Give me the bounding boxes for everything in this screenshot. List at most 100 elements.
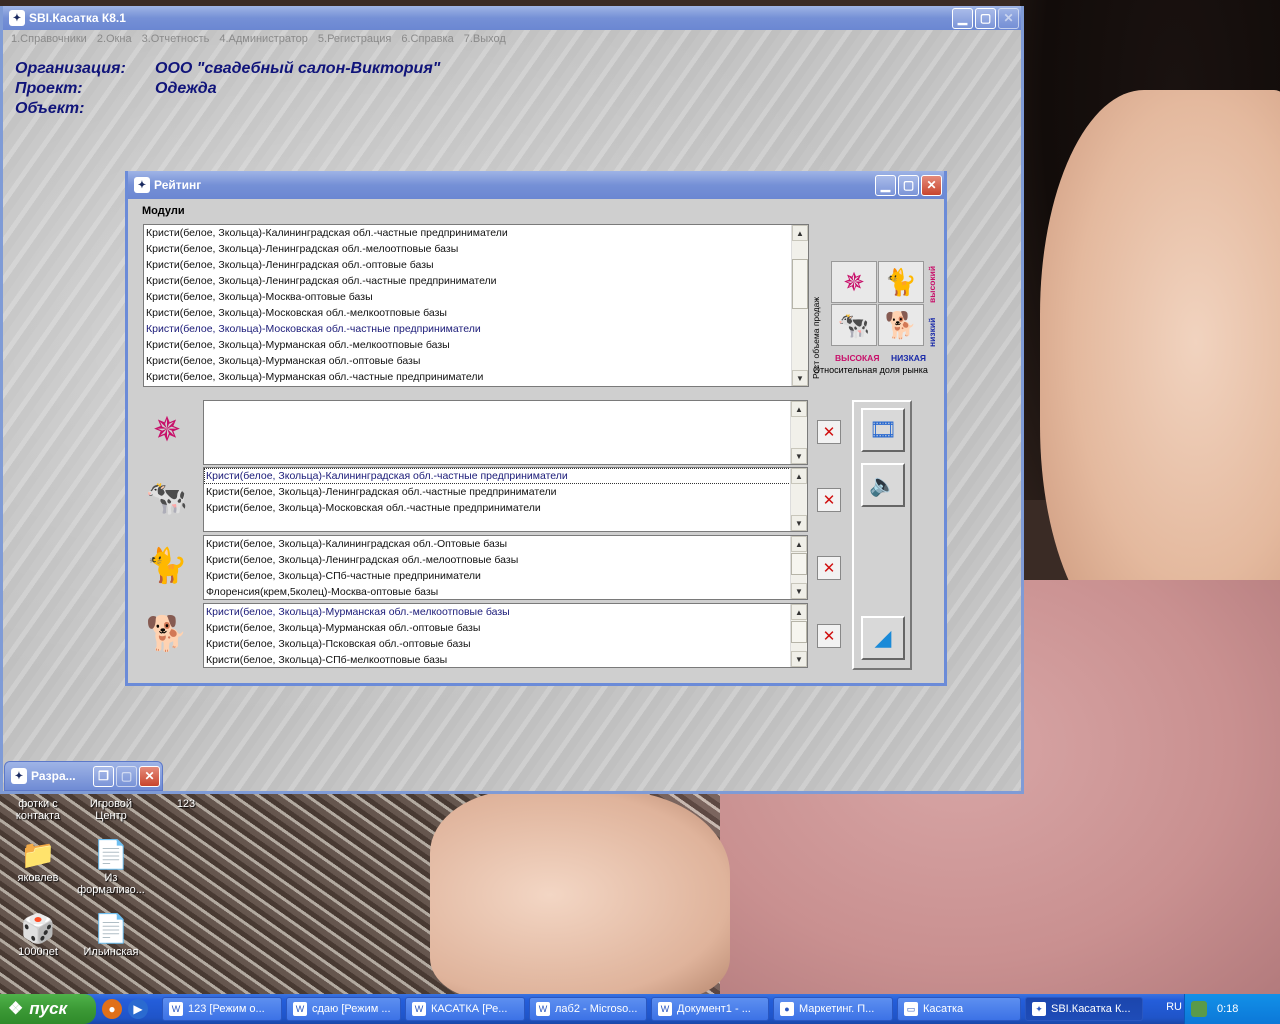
desktop-icon-photos[interactable]: фотки с контакта <box>0 798 76 822</box>
modules-label: Модули <box>142 205 185 217</box>
maximize-button[interactable]: ▢ <box>898 174 919 196</box>
star-group-listbox[interactable]: ▲ ▼ <box>203 400 808 465</box>
sales-growth-axis-label: Рост объема продаж <box>811 296 821 379</box>
delete-cow-button[interactable]: ✕ <box>817 488 841 512</box>
close-button[interactable]: ✕ <box>139 765 160 787</box>
delete-star-button[interactable]: ✕ <box>817 420 841 444</box>
task-button[interactable]: W 123 [Режим о... <box>162 997 282 1021</box>
task-button[interactable]: W КАСАТКА [Ре... <box>405 997 525 1021</box>
list-item[interactable]: Кристи(белое, Зкольца)-Московская обл.-ч… <box>204 500 807 516</box>
task-button[interactable]: ▭ Касатка <box>897 997 1021 1021</box>
list-item[interactable]: Кристи(белое, Зкольца)-Мурманская обл.-м… <box>144 337 808 353</box>
list-item[interactable]: Кристи(белое, Зкольца)-Ленинградская обл… <box>144 241 808 257</box>
firefox-icon: ● <box>780 1002 794 1016</box>
rating-window: ✦ Рейтинг ▁ ▢ ✕ Модули Кристи(белое, Зко… <box>125 171 947 686</box>
modules-listbox[interactable]: Кристи(белое, Зкольца)-Калининградская о… <box>143 224 809 387</box>
scroll-up-arrow-icon[interactable]: ▲ <box>791 604 807 620</box>
list-item[interactable]: Кристи(белое, Зкольца)-Калининградская о… <box>204 536 807 552</box>
desktop-icon-game-center[interactable]: Игровой Центр <box>73 798 149 822</box>
scroll-thumb[interactable] <box>791 553 807 575</box>
scroll-down-arrow-icon[interactable]: ▼ <box>791 583 807 599</box>
restore-button[interactable]: ❐ <box>93 765 114 787</box>
delete-dog-button[interactable]: ✕ <box>817 624 841 648</box>
language-indicator[interactable]: RU <box>1166 1001 1182 1013</box>
word-icon: W <box>169 1002 183 1016</box>
task-button[interactable]: Wлаб2 - Microso... <box>529 997 647 1021</box>
start-button[interactable]: ❖ пуск <box>0 994 96 1024</box>
close-button[interactable]: ✕ <box>921 174 942 196</box>
scroll-up-arrow-icon[interactable]: ▲ <box>791 401 807 417</box>
list-item[interactable]: Кристи(белое, Зкольца)-Ленинградская обл… <box>204 484 807 500</box>
menu-registration[interactable]: 5.Регистрация <box>318 33 391 45</box>
list-item[interactable]: Кристи(белое, Зкольца)-Московская обл.-ч… <box>144 321 808 337</box>
firefox-quicklaunch-icon[interactable]: ● <box>102 999 122 1019</box>
clock[interactable]: 0:18 <box>1217 1003 1238 1015</box>
scroll-thumb[interactable] <box>791 621 807 643</box>
list-item[interactable]: Кристи(белое, Зкольца)-Ленинградская обл… <box>144 257 808 273</box>
menu-exit[interactable]: 7.Выход <box>464 33 506 45</box>
sound-button[interactable]: 🔈 <box>861 463 905 507</box>
menu-windows[interactable]: 2.Окна <box>97 33 132 45</box>
menu-help[interactable]: 6.Справка <box>401 33 453 45</box>
list-item[interactable]: Кристи(белое, Зкольца)-Мурманская обл.-м… <box>204 604 807 620</box>
scroll-up-arrow-icon[interactable]: ▲ <box>791 536 807 552</box>
desktop-icon-123[interactable]: 123 <box>148 798 224 810</box>
triangle-tool-button[interactable]: ◢ <box>861 616 905 660</box>
star-group-scrollbar[interactable]: ▲ ▼ <box>790 401 807 464</box>
task-button[interactable]: W Документ1 - ... <box>651 997 769 1021</box>
list-item[interactable]: Кристи(белое, Зкольца)-Москва-оптовые ба… <box>144 289 808 305</box>
media-player-quicklaunch-icon[interactable]: ▶ <box>128 999 148 1019</box>
desktop-icon-yakovlev[interactable]: 📁 яковлев <box>0 838 76 884</box>
close-button[interactable]: ✕ <box>998 7 1019 29</box>
list-item[interactable]: Кристи(белое, Зкольца)-Калининградская о… <box>144 225 808 241</box>
main-window-title: SBI.Касатка К8.1 <box>29 11 126 25</box>
minimized-titlebar[interactable]: ✦ Разра... ❐ ▢ ✕ <box>5 762 162 790</box>
taskbar: ❖ пуск ● ▶ W 123 [Режим о... Wсдаю [Режим… <box>0 994 1280 1024</box>
task-button[interactable]: Wсдаю [Режим ... <box>286 997 401 1021</box>
minimize-button[interactable]: ▁ <box>952 7 973 29</box>
scroll-down-arrow-icon[interactable]: ▼ <box>791 448 807 464</box>
main-titlebar[interactable]: ✦ SBI.Касатка К8.1 ▁ ▢ ✕ <box>3 6 1021 30</box>
list-item[interactable]: Кристи(белое, Зкольца)-Мурманская обл.-ч… <box>144 369 808 385</box>
desktop-icon-1000net[interactable]: 🎲 1000net <box>0 912 76 958</box>
delete-cat-button[interactable]: ✕ <box>817 556 841 580</box>
minimize-button[interactable]: ▁ <box>875 174 896 196</box>
cat-group-listbox[interactable]: Кристи(белое, Зкольца)-Калининградская о… <box>203 535 808 600</box>
film-export-button[interactable]: 🎞 <box>861 408 905 452</box>
list-item[interactable]: Кристи(белое, Зкольца)-Псковская обл.-оп… <box>204 636 807 652</box>
cat-group-scrollbar[interactable]: ▲ ▼ <box>790 536 807 599</box>
task-button[interactable]: ✦ SBI.Касатка К... <box>1025 997 1143 1021</box>
menu-directories[interactable]: 1.Справочники <box>11 33 87 45</box>
app-icon: ✦ <box>11 768 27 784</box>
scroll-thumb[interactable] <box>792 259 808 309</box>
list-item[interactable]: Кристи(белое, Зкольца)-Мурманская обл.-о… <box>144 353 808 369</box>
list-item[interactable]: Кристи(белое, Зкольца)-Ленинградская обл… <box>144 273 808 289</box>
scroll-up-arrow-icon[interactable]: ▲ <box>792 225 808 241</box>
list-item[interactable]: Кристи(белое, Зкольца)-Московская обл.-м… <box>144 305 808 321</box>
minimized-window[interactable]: ✦ Разра... ❐ ▢ ✕ <box>4 761 163 791</box>
list-item[interactable]: Кристи(белое, Зкольца)-Ленинградская обл… <box>204 552 807 568</box>
task-button[interactable]: ● Маркетинг. П... <box>773 997 893 1021</box>
desktop-icon-ilinskaya[interactable]: 📄 Ильинская <box>73 912 149 958</box>
maximize-button[interactable]: ▢ <box>116 765 137 787</box>
menu-reports[interactable]: 3.Отчетность <box>142 33 210 45</box>
menu-administrator[interactable]: 4.Администратор <box>219 33 308 45</box>
cow-group-listbox[interactable]: Кристи(белое, Зкольца)-Калининградская о… <box>203 467 808 532</box>
list-item[interactable]: Кристи(белое, Зкольца)-СПб-частные предп… <box>204 568 807 584</box>
desktop-icon-formalized[interactable]: 📄 Из формализо... <box>73 838 149 896</box>
list-item[interactable]: Кристи(белое, Зкольца)-Мурманская обл.-о… <box>204 620 807 636</box>
scroll-up-arrow-icon[interactable]: ▲ <box>791 468 807 484</box>
dog-group-scrollbar[interactable]: ▲ ▼ <box>790 604 807 667</box>
list-item[interactable]: Флоренсия(крем,5колец)-Москва-оптовые ба… <box>204 584 807 599</box>
scroll-down-arrow-icon[interactable]: ▼ <box>791 651 807 667</box>
rating-titlebar[interactable]: ✦ Рейтинг ▁ ▢ ✕ <box>128 171 944 199</box>
tray-app-icon[interactable] <box>1191 1001 1207 1017</box>
modules-scrollbar[interactable]: ▲ ▼ <box>791 225 808 386</box>
list-item[interactable]: Кристи(белое, Зкольца)-Калининградская о… <box>204 468 807 484</box>
dog-group-listbox[interactable]: Кристи(белое, Зкольца)-Мурманская обл.-м… <box>203 603 808 668</box>
cow-group-scrollbar[interactable]: ▲ ▼ <box>790 468 807 531</box>
list-item[interactable]: Кристи(белое, Зкольца)-СПб-мелкоотповые … <box>204 652 807 667</box>
scroll-down-arrow-icon[interactable]: ▼ <box>792 370 808 386</box>
scroll-down-arrow-icon[interactable]: ▼ <box>791 515 807 531</box>
maximize-button[interactable]: ▢ <box>975 7 996 29</box>
